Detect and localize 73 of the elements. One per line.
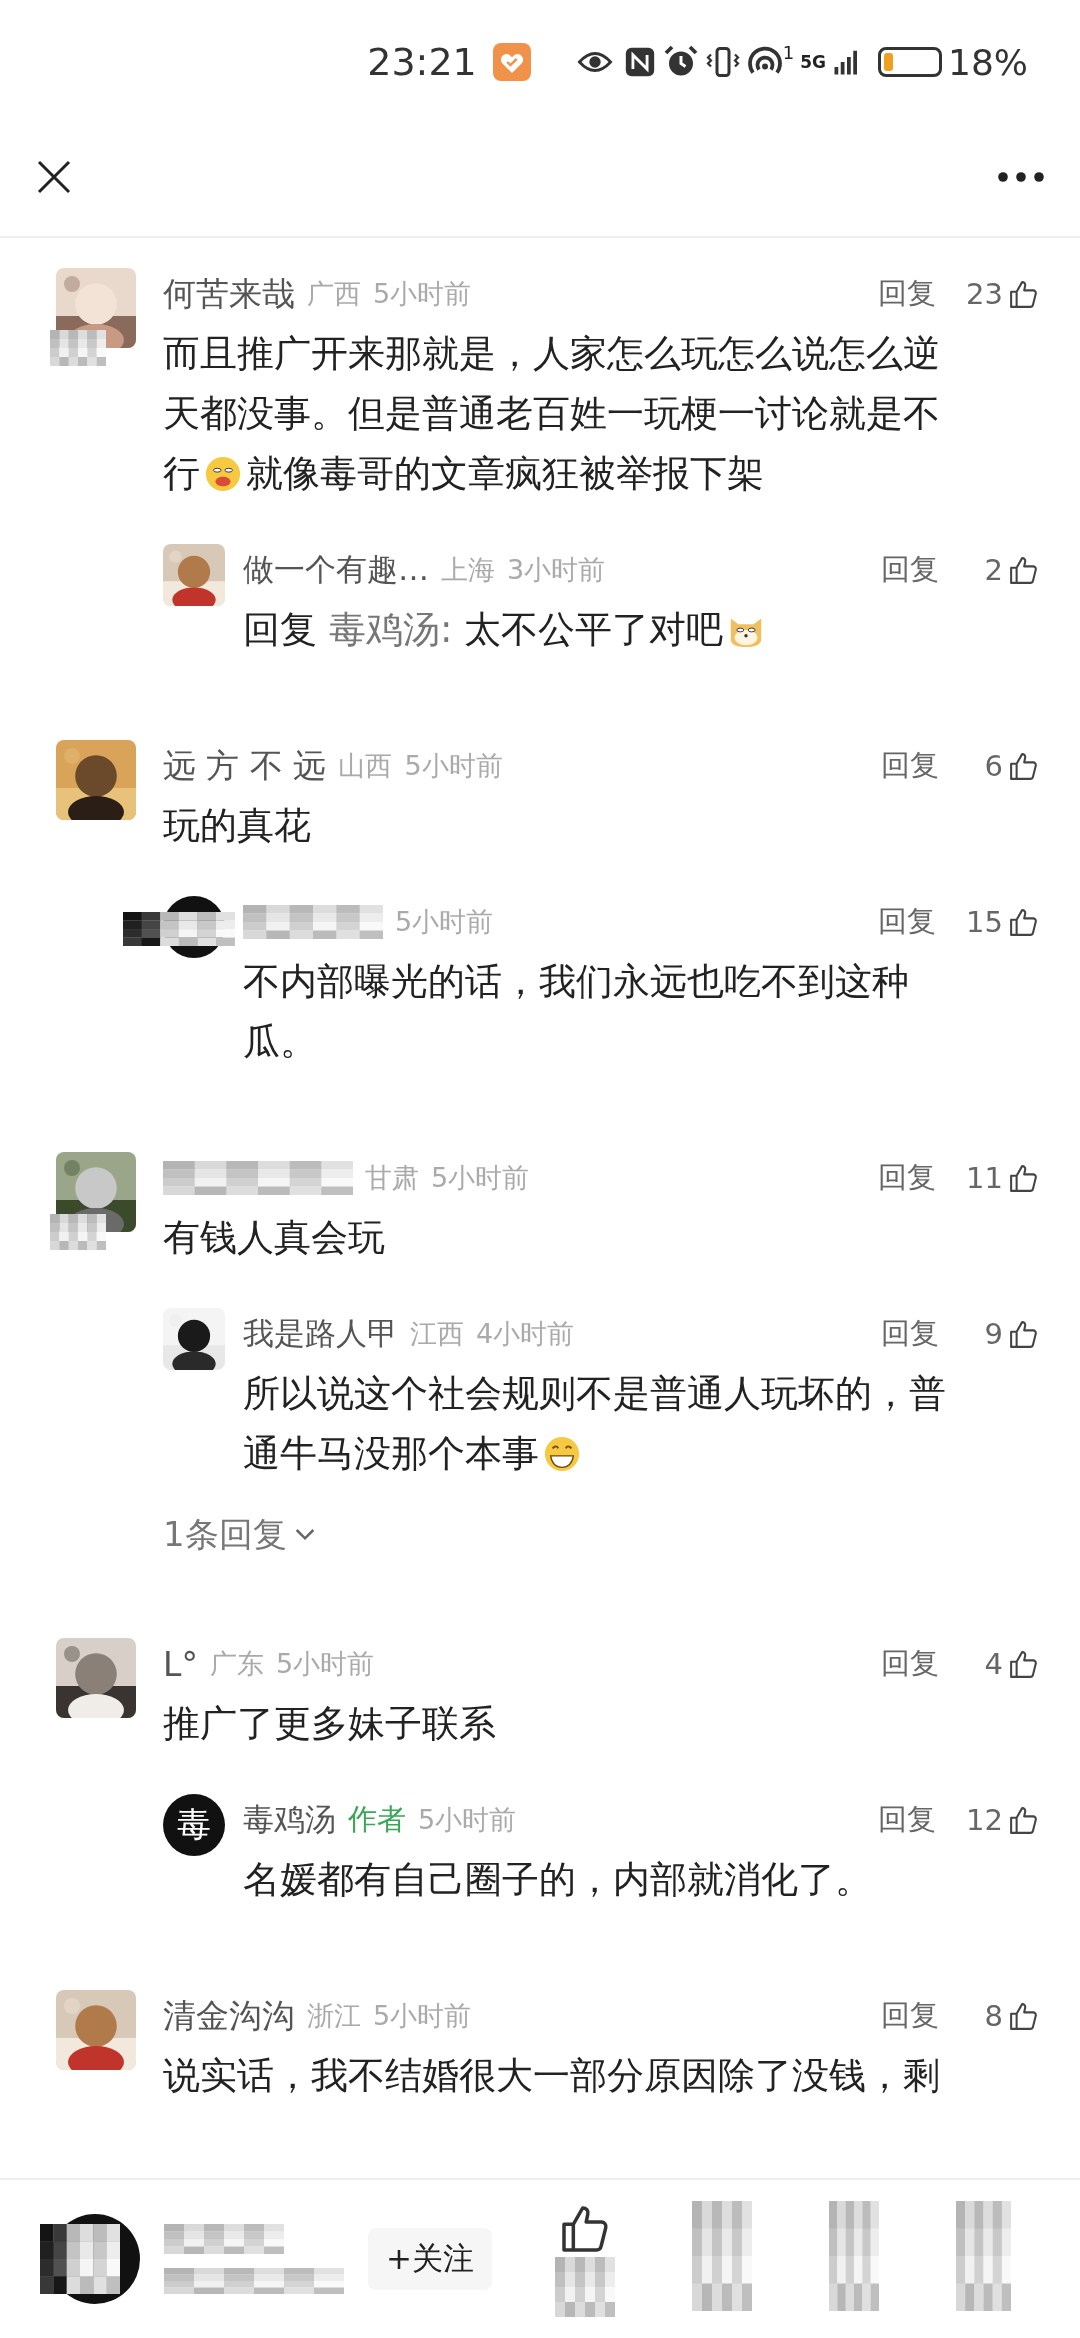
chevron-down-icon xyxy=(294,1528,315,1542)
user-name[interactable]: 清金沟沟 xyxy=(163,1993,295,2039)
comment-time: 5小时前 xyxy=(431,1161,530,1195)
reply-button[interactable]: 回复 xyxy=(881,746,939,786)
reply-button[interactable]: 回复 xyxy=(878,1158,937,1198)
comment-time: 3小时前 xyxy=(507,553,606,587)
reply-button[interactable]: 回复 xyxy=(881,1996,939,2036)
comment-time: 5小时前 xyxy=(373,277,472,311)
comment-time: 5小时前 xyxy=(418,1803,517,1837)
user-name[interactable]: 何苦来哉 xyxy=(163,271,295,317)
comment-time: 5小时前 xyxy=(275,1647,375,1681)
comment-text: 不内部曝光的话，我们永远也吃不到这种 xyxy=(243,959,909,1005)
mosaic-patch xyxy=(50,330,106,366)
comment-location: 广西 xyxy=(307,277,361,311)
user-name[interactable]: 做一个有趣… xyxy=(243,549,429,591)
like-count: 8 xyxy=(983,1999,1003,2033)
comment-text: 而且推广开来那就是，人家怎么玩怎么说怎么逆 xyxy=(163,331,940,377)
network-type: 5G xyxy=(800,52,826,72)
comment-time: 5小时前 xyxy=(395,905,494,939)
comment-text: 行 xyxy=(163,451,200,497)
like-count: 11 xyxy=(966,1161,1003,1195)
avatar: 毒 xyxy=(163,1794,225,1856)
vibrate-icon xyxy=(704,44,741,80)
reply-button[interactable]: 回复 xyxy=(881,550,939,590)
reply-button[interactable]: 回复 xyxy=(881,1314,939,1354)
user-name[interactable]: 远 方 不 远 xyxy=(163,743,327,789)
user-name[interactable]: L° xyxy=(163,1644,198,1684)
comment-text: 天都没事。但是普通老百姓一玩梗一讨论就是不 xyxy=(163,391,940,437)
like-count: 6 xyxy=(983,749,1003,783)
like-count: 2 xyxy=(983,553,1003,587)
comment-location: 甘肃 xyxy=(365,1161,419,1195)
comment-text: 推广了更多妹子联系 xyxy=(163,1701,496,1747)
like-count: 15 xyxy=(966,905,1003,939)
comment-text: 通牛马没那个本事 xyxy=(243,1431,539,1477)
user-name[interactable]: 我是路人甲 xyxy=(243,1313,398,1355)
comment-text: 有钱人真会玩 xyxy=(163,1215,385,1261)
reply-button[interactable]: 回复 xyxy=(878,902,937,942)
comment-text: 就像毒哥的文章疯狂被举报下架 xyxy=(246,451,764,497)
mosaic-patch xyxy=(554,2257,615,2317)
user-name[interactable]: 毒鸡汤 xyxy=(243,1799,336,1841)
battery-icon xyxy=(878,47,942,77)
comment-text: 说实话，我不结婚很大一部分原因除了没钱，剩 xyxy=(163,2053,940,2099)
comment-location: 广东 xyxy=(209,1647,264,1681)
like-count: 12 xyxy=(966,1803,1003,1837)
heart-app-icon xyxy=(492,43,531,81)
author-tag: 作者 xyxy=(348,1800,406,1840)
comment-text: 所以说这个社会规则不是普通人玩坏的，普 xyxy=(243,1371,946,1417)
mosaic-patch xyxy=(50,1214,106,1250)
more-icon[interactable] xyxy=(996,171,1046,183)
clock: 23:21 xyxy=(367,40,477,84)
comment-time: 5小时前 xyxy=(373,1999,472,2033)
like-count: 9 xyxy=(983,1317,1003,1351)
reply-button[interactable]: 回复 xyxy=(878,1800,937,1840)
comment-text: 太不公平了对吧 xyxy=(464,607,724,653)
mention-link[interactable]: 毒鸡汤: xyxy=(329,600,453,660)
comment-location: 山西 xyxy=(338,749,393,783)
reply-button[interactable]: 回复 xyxy=(878,274,937,314)
comment-text: 回复 xyxy=(243,607,317,653)
like-count: 4 xyxy=(983,1647,1003,1681)
comment-time: 5小时前 xyxy=(404,749,503,783)
reply-button[interactable]: 回复 xyxy=(881,1644,939,1684)
comment-location: 江西 xyxy=(410,1317,464,1351)
comment-text: 瓜。 xyxy=(243,1019,317,1065)
comment-text: 玩的真花 xyxy=(163,803,311,849)
follow-button[interactable]: +关注 xyxy=(368,2228,492,2290)
comment-location: 浙江 xyxy=(307,1999,361,2033)
sim-number: 1 xyxy=(782,42,795,63)
comment-location: 上海 xyxy=(441,553,495,587)
battery-percent: 18% xyxy=(948,41,1028,83)
like-count: 23 xyxy=(966,277,1003,311)
more-replies-link[interactable]: 1条回复 xyxy=(163,1512,315,1558)
comment-time: 4小时前 xyxy=(476,1317,575,1351)
comment-text: 名媛都有自己圈子的，内部就消化了。 xyxy=(243,1857,872,1903)
